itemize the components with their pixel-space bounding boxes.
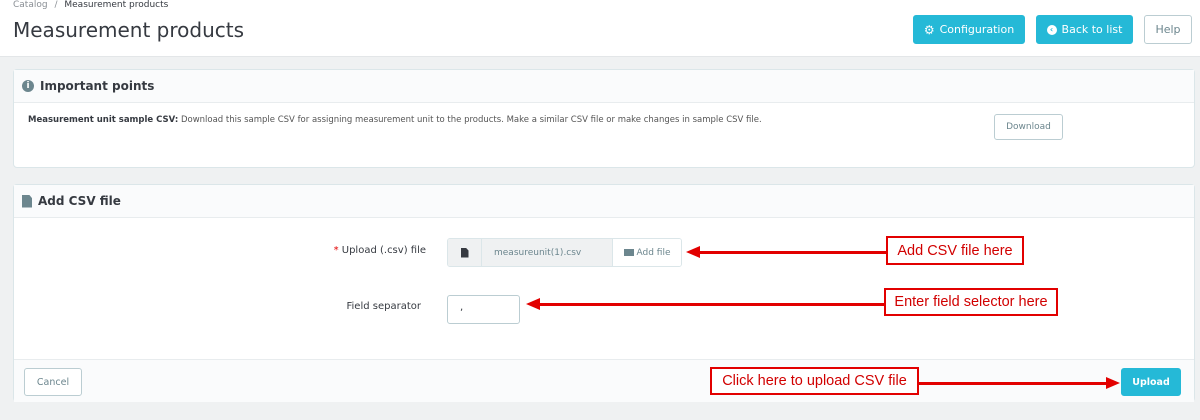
gears-icon: ⚙: [923, 22, 935, 37]
download-button[interactable]: Download: [994, 114, 1063, 140]
upload-button[interactable]: Upload: [1121, 368, 1181, 396]
annotation-arrow: [538, 303, 884, 306]
panel-footer: [14, 359, 1194, 402]
arrow-right-icon: [1106, 377, 1120, 389]
configuration-label: Configuration: [939, 23, 1015, 36]
page-title: Measurement products: [13, 18, 245, 42]
add-file-button[interactable]: Add file: [612, 239, 681, 266]
important-points-panel: i Important points Measurement unit samp…: [13, 69, 1195, 168]
breadcrumb-catalog[interactable]: Catalog: [13, 0, 48, 10]
panel-heading: Add CSV file: [14, 185, 1194, 218]
required-asterisk: *: [333, 245, 339, 256]
annotation-arrow: [919, 382, 1109, 385]
field-separator-input[interactable]: ,: [447, 295, 520, 324]
sample-csv-note: Measurement unit sample CSV: Download th…: [28, 115, 762, 125]
panel-heading: i Important points: [14, 70, 1194, 103]
annotation-arrow: [698, 251, 886, 254]
annotation-upload: Click here to upload CSV file: [710, 367, 919, 395]
back-to-list-button[interactable]: ‹ Back to list: [1036, 15, 1133, 44]
breadcrumb: Catalog / Measurement products: [13, 0, 168, 10]
file-upload-group[interactable]: measureunit(1).csv Add file: [447, 238, 682, 267]
note-text: Download this sample CSV for assigning m…: [178, 115, 762, 125]
file-name-display: measureunit(1).csv: [482, 239, 612, 266]
upload-label: * Upload (.csv) file: [214, 245, 426, 256]
add-file-label: Add file: [636, 247, 671, 258]
note-label: Measurement unit sample CSV:: [28, 115, 179, 125]
configuration-button[interactable]: ⚙ Configuration: [913, 15, 1025, 44]
file-icon: [22, 194, 32, 208]
info-icon: i: [22, 80, 34, 92]
annotation-field-selector: Enter field selector here: [884, 288, 1058, 316]
panel-title: Add CSV file: [38, 194, 121, 208]
annotation-add-csv: Add CSV file here: [886, 236, 1024, 265]
panel-title: Important points: [40, 79, 155, 93]
folder-open-icon: [623, 249, 634, 256]
help-button[interactable]: Help: [1144, 15, 1192, 44]
file-icon: [448, 239, 482, 266]
arrow-circle-left-icon: ‹: [1046, 24, 1057, 35]
breadcrumb-current: Measurement products: [64, 0, 169, 10]
cancel-button[interactable]: Cancel: [24, 368, 82, 396]
field-separator-label: Field separator: [346, 301, 422, 312]
upload-label-text: Upload (.csv) file: [341, 245, 426, 256]
breadcrumb-separator: /: [54, 0, 58, 10]
back-to-list-label: Back to list: [1061, 23, 1123, 36]
